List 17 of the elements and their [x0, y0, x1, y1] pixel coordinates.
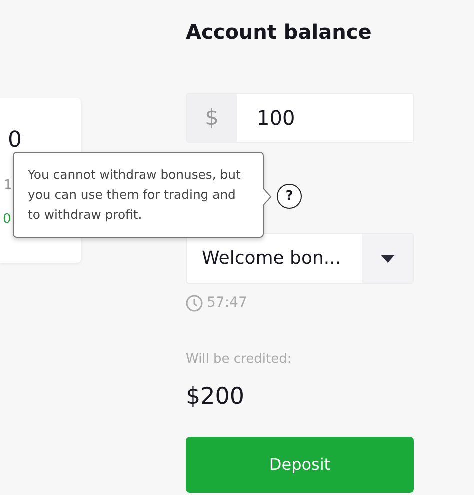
caret-icon — [380, 254, 394, 262]
clock-icon — [186, 295, 203, 312]
amount-field[interactable]: $ 100 — [186, 93, 414, 143]
profit-amount: 0 — [3, 211, 12, 229]
credited-label: Will be credited: — [186, 351, 293, 369]
timer-text: 57:47 — [207, 294, 248, 313]
select-value: Welcome bon... — [201, 247, 342, 271]
tooltip: You cannot withdraw bonuses, but you can use them for trading and to withdraw profit. — [13, 152, 264, 238]
card-note: 1 — [4, 177, 12, 195]
currency-prefix: $ — [187, 94, 237, 142]
credited-amount: $200 — [186, 382, 246, 412]
bonus-select[interactable]: Welcome bon... — [186, 233, 414, 284]
tooltip-arrow-icon — [263, 188, 272, 206]
balance-amount: 0 — [8, 127, 22, 155]
help-icon[interactable]: ? — [277, 184, 302, 209]
section-title: Account balance — [186, 19, 373, 43]
dropdown-toggle[interactable] — [362, 234, 413, 283]
